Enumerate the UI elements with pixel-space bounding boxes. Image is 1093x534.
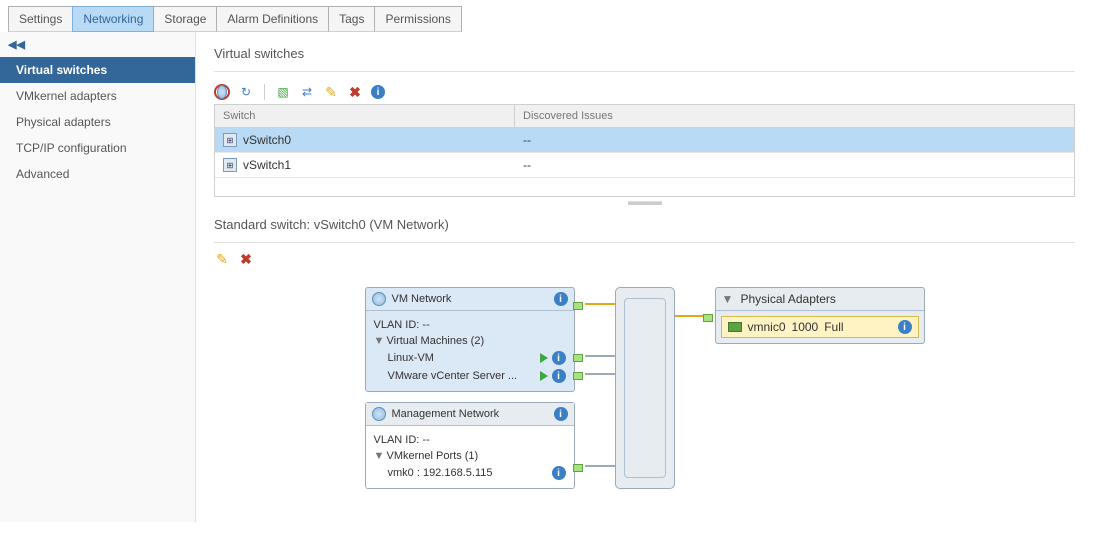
portgroup-icon (372, 292, 386, 306)
sidebar-item-physical-adapters[interactable]: Physical adapters (0, 109, 195, 135)
vlan-label: VLAN ID: -- (374, 434, 566, 446)
tab-permissions[interactable]: Permissions (374, 6, 461, 32)
delete-icon[interactable]: ✖ (238, 251, 254, 267)
sidebar-item-vmkernel-adapters[interactable]: VMkernel adapters (0, 83, 195, 109)
vlan-label: VLAN ID: -- (374, 319, 566, 331)
switch-name: vSwitch1 (243, 158, 291, 172)
vm-name[interactable]: Linux-VM (388, 352, 540, 364)
tab-tags[interactable]: Tags (328, 6, 375, 32)
vswitch-bus (615, 287, 675, 489)
switch-table: Switch Discovered Issues ⊞ vSwitch0 -- ⊞ v… (214, 104, 1075, 197)
uplink-port-icon (573, 354, 583, 362)
physical-nic[interactable]: vmnic0 1000 Full i (721, 316, 919, 338)
nic-name: vmnic0 (748, 320, 786, 334)
detail-title: Standard switch: vSwitch0 (VM Network) (214, 205, 1075, 243)
uplink-port-icon (573, 464, 583, 472)
top-tabs: Settings Networking Storage Alarm Defini… (0, 0, 1093, 32)
switch-toolbar: ↻ ▧ ⇄ ✎ ✖ i (214, 80, 1075, 104)
switch-issues: -- (515, 153, 1074, 177)
table-row[interactable]: ⊞ vSwitch0 -- (215, 128, 1074, 153)
info-icon[interactable]: i (371, 85, 385, 99)
info-icon[interactable]: i (554, 292, 568, 306)
switch-name: vSwitch0 (243, 133, 291, 147)
portgroup-title: Management Network (392, 408, 548, 420)
info-icon[interactable]: i (554, 407, 568, 421)
edit-icon[interactable]: ✎ (214, 251, 230, 267)
toolbar-divider (264, 84, 265, 100)
switch-icon: ⊞ (223, 158, 237, 172)
splitter-handle[interactable]: ▬▬▬ (214, 197, 1075, 205)
expand-icon[interactable]: ▼ (374, 450, 384, 462)
add-network-icon[interactable] (214, 84, 230, 100)
portgroup-icon (372, 407, 386, 421)
power-on-icon (540, 371, 548, 381)
refresh-icon[interactable]: ↻ (238, 84, 254, 100)
detail-toolbar: ✎ ✖ (214, 243, 1075, 279)
portgroup-title: VM Network (392, 293, 548, 305)
switch-icon: ⊞ (223, 133, 237, 147)
collapse-icon[interactable]: ◀◀ (0, 32, 195, 57)
nic-icon (728, 322, 742, 332)
table-header-row: Switch Discovered Issues (215, 105, 1074, 128)
expand-icon[interactable]: ▼ (722, 292, 732, 306)
vm-name[interactable]: VMware vCenter Server ... (388, 370, 540, 382)
sidebar-item-advanced[interactable]: Advanced (0, 161, 195, 187)
vmk-port[interactable]: vmk0 : 192.168.5.115 (388, 467, 552, 479)
col-discovered-issues[interactable]: Discovered Issues (515, 105, 1074, 127)
info-icon[interactable]: i (552, 351, 566, 365)
info-icon[interactable]: i (552, 369, 566, 383)
sidebar-item-tcpip-configuration[interactable]: TCP/IP configuration (0, 135, 195, 161)
switch-issues: -- (515, 128, 1074, 152)
tab-alarm-definitions[interactable]: Alarm Definitions (216, 6, 329, 32)
uplink-port-icon (703, 314, 713, 322)
nic-speed: 1000 (792, 320, 819, 334)
sidebar-item-virtual-switches[interactable]: Virtual switches (0, 57, 195, 83)
connector-right (675, 287, 715, 489)
physical-adapters-box: ▼ Physical Adapters vmnic0 1000 Full i (715, 287, 925, 344)
tab-networking[interactable]: Networking (72, 6, 154, 32)
sidebar: ◀◀ Virtual switches VMkernel adapters Ph… (0, 32, 196, 522)
tab-settings[interactable]: Settings (8, 6, 73, 32)
delete-icon[interactable]: ✖ (347, 84, 363, 100)
col-switch[interactable]: Switch (215, 105, 515, 127)
portgroup-management-network[interactable]: Management Network i VLAN ID: -- ▼VMkern… (365, 402, 575, 489)
topology-diagram: VM Network i VLAN ID: -- ▼Virtual Machin… (214, 279, 1075, 489)
physical-adapters-title: Physical Adapters (741, 292, 836, 306)
edit-icon[interactable]: ✎ (323, 84, 339, 100)
section-title: Virtual switches (214, 42, 1075, 72)
migrate-icon[interactable]: ⇄ (299, 84, 315, 100)
tab-storage[interactable]: Storage (153, 6, 217, 32)
uplink-port-icon (573, 302, 583, 310)
connector-left (575, 287, 615, 489)
add-host-icon[interactable]: ▧ (275, 84, 291, 100)
vmk-group-label: VMkernel Ports (1) (387, 450, 566, 462)
expand-icon[interactable]: ▼ (374, 335, 384, 347)
uplink-port-icon (573, 372, 583, 380)
portgroup-vm-network[interactable]: VM Network i VLAN ID: -- ▼Virtual Machin… (365, 287, 575, 392)
vm-group-label: Virtual Machines (2) (387, 335, 566, 347)
info-icon[interactable]: i (552, 466, 566, 480)
power-on-icon (540, 353, 548, 363)
table-row[interactable]: ⊞ vSwitch1 -- (215, 153, 1074, 178)
info-icon[interactable]: i (898, 320, 912, 334)
nic-duplex: Full (824, 320, 891, 334)
